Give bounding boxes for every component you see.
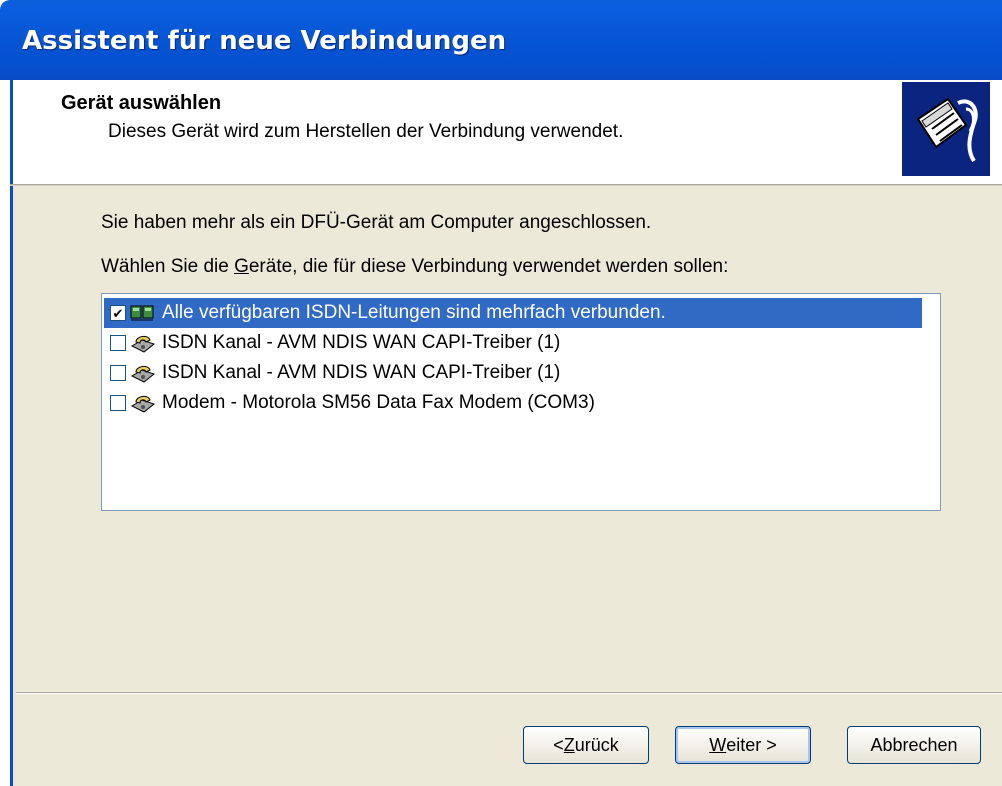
page-title: Gerät auswählen [61, 92, 222, 114]
device-checkbox[interactable]: ✔ [110, 305, 126, 321]
window-title: Assistent für neue Verbindungen [22, 26, 507, 56]
wizard-header: Gerät auswählen Dieses Gerät wird zum He… [10, 80, 1002, 184]
list-item[interactable]: ISDN Kanal - AVM NDIS WAN CAPI-Treiber (… [104, 328, 922, 358]
device-list-label-prefix: Wählen Sie die [101, 256, 235, 277]
device-list-label-accelerator: G [234, 256, 249, 277]
wizard-body: Sie haben mehr als ein DFÜ-Gerät am Comp… [10, 186, 1002, 786]
phone-connection-icon [902, 82, 990, 176]
back-button-prefix: < [553, 734, 564, 755]
device-checkbox[interactable] [110, 365, 126, 381]
device-list-label: Wählen Sie die Geräte, die für diese Ver… [101, 256, 728, 278]
next-button-suffix: eiter > [726, 734, 777, 755]
device-listbox[interactable]: ✔ Alle verfügbaren ISDN-Leitungen sind m… [101, 293, 941, 511]
back-button[interactable]: < Zurück [523, 726, 649, 764]
page-subtitle: Dieses Gerät wird zum Herstellen der Ver… [108, 121, 624, 142]
device-label: ISDN Kanal - AVM NDIS WAN CAPI-Treiber (… [162, 332, 561, 353]
back-button-accelerator: Z [563, 734, 575, 755]
device-label: Alle verfügbaren ISDN-Leitungen sind meh… [162, 302, 666, 323]
modem-phone-icon [130, 392, 156, 414]
device-list-label-suffix: eräte, die für diese Verbindung verwende… [248, 256, 729, 277]
cancel-button[interactable]: Abbrechen [847, 726, 981, 764]
device-checkbox[interactable] [110, 335, 126, 351]
list-item[interactable]: ✔ Alle verfügbaren ISDN-Leitungen sind m… [104, 298, 922, 328]
next-button[interactable]: Weiter > [675, 726, 811, 764]
modem-phone-icon [130, 332, 156, 354]
footer-divider [16, 692, 1002, 694]
next-button-accelerator: W [709, 734, 727, 755]
back-button-suffix: urück [574, 734, 619, 755]
list-item[interactable]: ISDN Kanal - AVM NDIS WAN CAPI-Treiber (… [104, 358, 922, 388]
wizard-window: Assistent für neue Verbindungen Gerät au… [0, 0, 1002, 786]
device-checkbox[interactable] [110, 395, 126, 411]
title-bar[interactable]: Assistent für neue Verbindungen [0, 0, 1002, 80]
list-item[interactable]: Modem - Motorola SM56 Data Fax Modem (CO… [104, 388, 922, 418]
device-label: ISDN Kanal - AVM NDIS WAN CAPI-Treiber (… [162, 362, 561, 383]
device-label: Modem - Motorola SM56 Data Fax Modem (CO… [162, 392, 595, 413]
intro-text: Sie haben mehr als ein DFÜ-Gerät am Comp… [101, 212, 652, 233]
modem-phone-icon [130, 362, 156, 384]
isdn-multilink-icon [130, 302, 156, 324]
